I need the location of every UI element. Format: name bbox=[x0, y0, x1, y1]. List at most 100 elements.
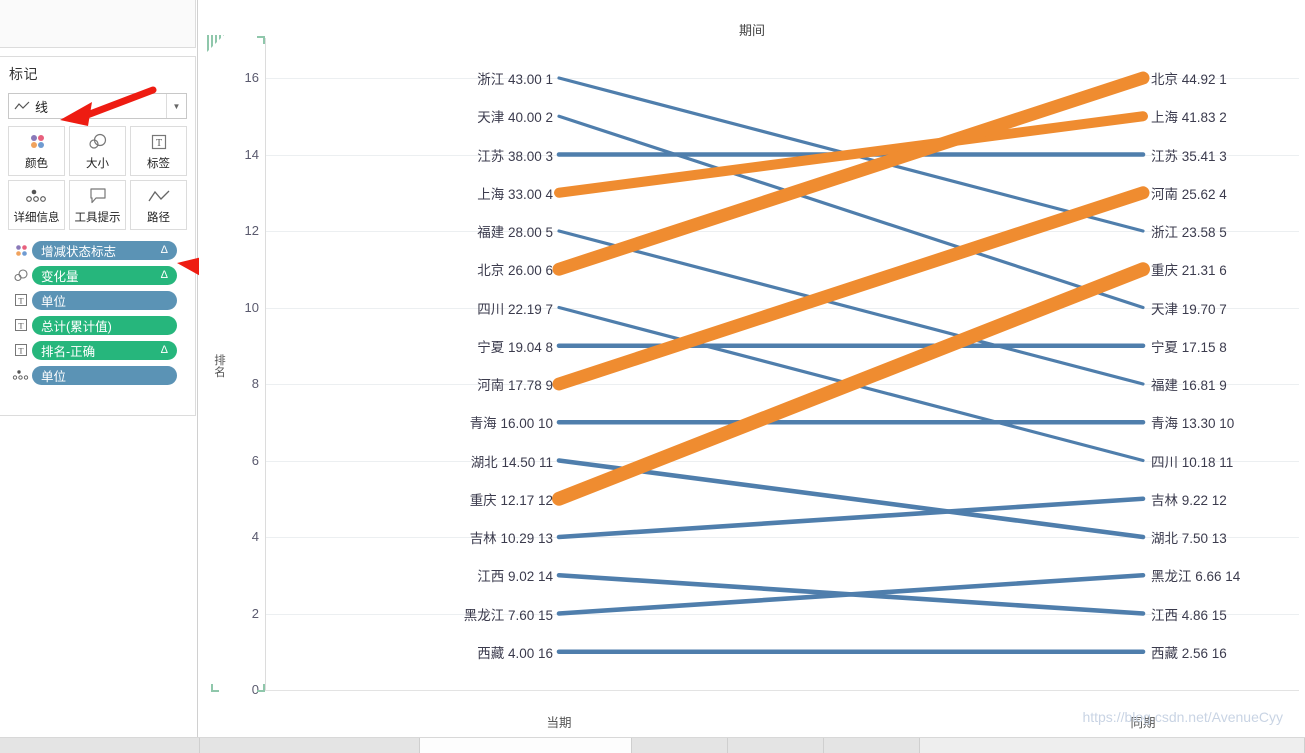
label-button-label: 标签 bbox=[147, 158, 170, 170]
left-endpoint-label: 福建 28.00 5 bbox=[477, 225, 553, 240]
detail-button[interactable]: 详细信息 bbox=[8, 180, 65, 230]
slope-line[interactable] bbox=[557, 114, 1145, 310]
left-endpoint-label: 江苏 38.00 3 bbox=[477, 148, 553, 164]
tab-cell[interactable] bbox=[728, 738, 824, 753]
pill-label: 单位 bbox=[41, 369, 67, 384]
slope-line[interactable] bbox=[552, 262, 1150, 506]
watermark: https://blog.csdn.net/AvenueCyy bbox=[1082, 709, 1283, 725]
size-button[interactable]: 大小 bbox=[69, 126, 126, 176]
right-endpoint-label: 宁夏 17.15 8 bbox=[1151, 339, 1227, 355]
pill-label: 增减状态标志 bbox=[41, 244, 117, 259]
right-endpoint-label: 重庆 21.31 6 bbox=[1151, 263, 1227, 279]
left-endpoint-label: 宁夏 19.04 8 bbox=[477, 339, 553, 355]
marks-pill-list: 增减状态标志 Δ 变化量 Δ T 单位 T 总计(累计值) T 排名-正确 Δ … bbox=[0, 239, 195, 386]
tooltip-button[interactable]: 工具提示 bbox=[69, 180, 126, 230]
slope-line[interactable] bbox=[556, 496, 1146, 540]
pill-label: 总计(累计值) bbox=[41, 319, 112, 334]
pill-unit-label[interactable]: 单位 bbox=[32, 290, 177, 310]
x-axis-category-label: 当期 bbox=[546, 716, 572, 730]
svg-text:T: T bbox=[18, 296, 24, 306]
pill-change-amount[interactable]: 变化量 Δ bbox=[32, 265, 177, 285]
marks-button-grid: 颜色 大小 T 标签 详细信息 工具提示 路径 bbox=[8, 126, 187, 230]
right-endpoint-label: 四川 10.18 11 bbox=[1151, 454, 1234, 470]
pill-row: 变化量 Δ bbox=[0, 264, 195, 286]
tab-bar-filler bbox=[920, 738, 1305, 753]
chevron-down-icon[interactable]: ▼ bbox=[166, 94, 186, 118]
slope-line[interactable] bbox=[552, 71, 1150, 276]
right-endpoint-label: 天津 19.70 7 bbox=[1151, 301, 1227, 317]
left-endpoint-label: 四川 22.19 7 bbox=[477, 301, 553, 317]
pill-unit-detail[interactable]: 单位 bbox=[32, 365, 177, 385]
right-endpoint-label: 上海 41.83 2 bbox=[1151, 110, 1227, 126]
color-dots-icon bbox=[10, 243, 32, 258]
path-button[interactable]: 路径 bbox=[130, 180, 187, 230]
pill-rank-correct[interactable]: 排名-正确 Δ bbox=[32, 340, 177, 360]
left-endpoint-label: 黑龙江 7.60 15 bbox=[463, 607, 553, 623]
pill-increase-decrease-flag[interactable]: 增减状态标志 Δ bbox=[32, 240, 177, 260]
path-line-icon bbox=[147, 185, 170, 207]
label-T-icon: T bbox=[10, 343, 32, 357]
left-endpoint-label: 北京 26.00 6 bbox=[477, 263, 553, 279]
right-endpoint-label: 湖北 7.50 13 bbox=[1151, 531, 1227, 546]
pill-total-cumulative[interactable]: 总计(累计值) bbox=[32, 315, 177, 335]
tooltip-button-label: 工具提示 bbox=[74, 212, 121, 224]
left-endpoint-label: 重庆 12.17 12 bbox=[469, 492, 553, 508]
pill-row: 单位 bbox=[0, 364, 195, 386]
tab-cell[interactable] bbox=[0, 738, 200, 753]
label-T-icon: T bbox=[10, 318, 32, 332]
color-button[interactable]: 颜色 bbox=[8, 126, 65, 176]
left-endpoint-label: 上海 33.00 4 bbox=[477, 186, 553, 202]
mark-type-dropdown[interactable]: 线 ▼ bbox=[8, 93, 187, 119]
slope-line[interactable] bbox=[552, 186, 1150, 391]
marks-sidebar: 标记 线 ▼ 颜色 大小 T 标签 详细信息 工具提示 路径 增减状态标志 Δ … bbox=[0, 0, 198, 737]
detail-dots-icon bbox=[25, 185, 49, 207]
left-endpoint-label: 浙江 43.00 1 bbox=[477, 72, 553, 87]
right-endpoint-label: 浙江 23.58 5 bbox=[1151, 225, 1227, 240]
detail-dots-icon bbox=[10, 368, 32, 382]
left-endpoint-label: 西藏 4.00 16 bbox=[477, 645, 553, 661]
tab-cell[interactable] bbox=[200, 738, 420, 753]
pill-row: T 排名-正确 Δ bbox=[0, 339, 195, 361]
slope-line[interactable] bbox=[556, 458, 1146, 540]
left-endpoint-label: 天津 40.00 2 bbox=[477, 110, 553, 126]
color-dots-icon bbox=[27, 131, 47, 153]
worksheet-tab-bar[interactable] bbox=[0, 737, 1305, 753]
pill-label: 变化量 bbox=[41, 269, 79, 284]
pill-row: 增减状态标志 Δ bbox=[0, 239, 195, 261]
marks-card-title: 标记 bbox=[9, 66, 38, 82]
mark-type-label: 线 bbox=[35, 99, 49, 115]
detail-button-label: 详细信息 bbox=[13, 212, 60, 224]
tab-cell[interactable] bbox=[632, 738, 728, 753]
right-endpoint-label: 西藏 2.56 16 bbox=[1151, 645, 1227, 661]
path-button-label: 路径 bbox=[147, 212, 170, 224]
right-endpoint-label: 吉林 9.22 12 bbox=[1151, 492, 1227, 508]
left-endpoint-label: 河南 17.78 9 bbox=[477, 378, 553, 393]
right-endpoint-label: 青海 13.30 10 bbox=[1151, 416, 1235, 432]
tooltip-bubble-icon bbox=[88, 185, 108, 207]
right-endpoint-label: 江西 4.86 15 bbox=[1151, 607, 1227, 623]
tab-cell-active[interactable] bbox=[420, 738, 632, 753]
line-chart-icon bbox=[9, 99, 35, 114]
label-button[interactable]: T 标签 bbox=[130, 126, 187, 176]
size-circles-icon bbox=[10, 268, 32, 283]
svg-text:T: T bbox=[155, 138, 161, 149]
color-button-label: 颜色 bbox=[25, 158, 48, 170]
left-endpoint-label: 江西 9.02 14 bbox=[477, 569, 553, 585]
tab-cell[interactable] bbox=[824, 738, 920, 753]
size-circles-icon bbox=[87, 131, 109, 153]
size-button-label: 大小 bbox=[86, 158, 109, 170]
marks-card: 标记 线 ▼ 颜色 大小 T 标签 详细信息 工具提示 路径 增减状态标志 Δ … bbox=[0, 56, 196, 416]
empty-panel-above-marks bbox=[0, 0, 196, 48]
delta-icon: Δ bbox=[160, 269, 168, 281]
slope-chart: 期间 排名 0 2 4 6 8 10 12 14 16 浙江 43.00 1 天津 40.00 2江… bbox=[199, 0, 1305, 737]
left-endpoint-label: 青海 16.00 10 bbox=[469, 416, 553, 432]
slope-lines bbox=[552, 71, 1150, 655]
right-endpoint-label: 河南 25.62 4 bbox=[1151, 186, 1227, 202]
pill-label: 单位 bbox=[41, 294, 67, 309]
left-endpoint-label: 湖北 14.50 11 bbox=[470, 454, 553, 470]
label-T-icon: T bbox=[150, 131, 168, 153]
right-endpoint-label: 江苏 35.41 3 bbox=[1151, 148, 1227, 164]
svg-text:T: T bbox=[18, 321, 24, 331]
right-endpoint-label: 黑龙江 6.66 14 bbox=[1151, 569, 1241, 585]
delta-icon: Δ bbox=[160, 244, 168, 256]
